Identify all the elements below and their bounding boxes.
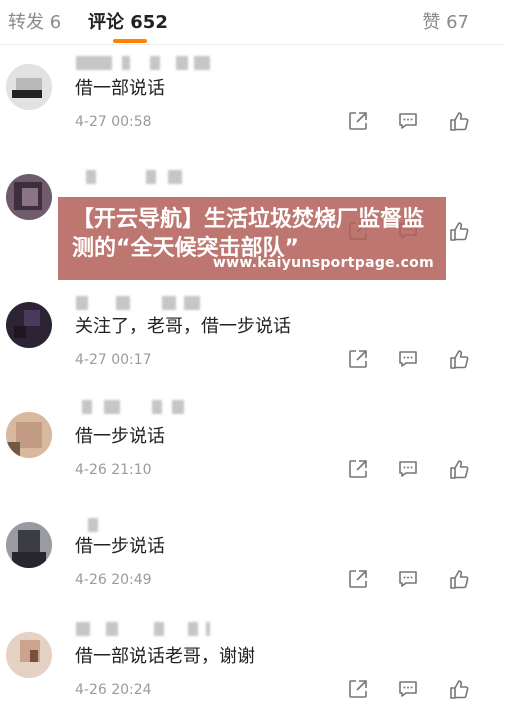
tab-comments[interactable]: 评论 652 — [88, 8, 168, 34]
avatar[interactable] — [6, 64, 52, 110]
watermark-banner: 【开云导航】生活垃圾焚烧厂监督监 测的“全天候突击部队” www.kaiyuns… — [58, 197, 446, 280]
comment-item: 借一部说话 4-27 00:58 — [0, 48, 505, 158]
comment-text: 借一步说话 — [75, 426, 165, 447]
comment-icon[interactable] — [397, 348, 419, 370]
comment-tabs: 转发 6 评论 652 赞 67 — [0, 0, 505, 45]
thumbs-up-icon[interactable] — [448, 110, 470, 132]
watermark-title-line1: 【开云导航】生活垃圾焚烧厂监督监 — [72, 207, 425, 232]
comment-icon[interactable] — [397, 458, 419, 480]
comment-icon[interactable] — [397, 568, 419, 590]
avatar[interactable] — [6, 302, 52, 348]
comment-icon[interactable] — [397, 110, 419, 132]
tab-likes[interactable]: 赞 67 — [422, 8, 469, 34]
thumbs-up-icon[interactable] — [448, 458, 470, 480]
comment-text: 借一部说话 — [75, 78, 165, 99]
comment-item: 借一步说话 4-26 20:49 — [0, 506, 505, 616]
active-tab-indicator — [113, 39, 147, 43]
comment-icon[interactable] — [397, 678, 419, 700]
watermark-url: www.kaiyunsportpage.com — [212, 255, 434, 271]
comment-text: 借一部说话老哥，谢谢 — [75, 646, 255, 667]
comment-time: 4-27 00:58 — [75, 114, 152, 130]
share-icon[interactable] — [347, 348, 369, 370]
thumbs-up-icon[interactable] — [448, 220, 470, 242]
comment-item: 关注了，老哥，借一步说话 4-27 00:17 — [0, 286, 505, 396]
comment-text: 借一步说话 — [75, 536, 165, 557]
thumbs-up-icon[interactable] — [448, 348, 470, 370]
share-icon[interactable] — [347, 568, 369, 590]
avatar[interactable] — [6, 522, 52, 568]
avatar[interactable] — [6, 174, 52, 220]
comment-text: 关注了，老哥，借一步说话 — [75, 316, 291, 337]
share-icon[interactable] — [347, 678, 369, 700]
thumbs-up-icon[interactable] — [448, 678, 470, 700]
share-icon[interactable] — [347, 110, 369, 132]
avatar[interactable] — [6, 412, 52, 458]
tab-forward[interactable]: 转发 6 — [8, 8, 61, 34]
comment-time: 4-26 20:49 — [75, 572, 152, 588]
avatar[interactable] — [6, 632, 52, 678]
comment-item: 借一部说话老哥，谢谢 4-26 20:24 — [0, 616, 505, 726]
comment-item: 借一步说话 4-26 21:10 — [0, 396, 505, 506]
comment-time: 4-26 20:24 — [75, 682, 152, 698]
comment-time: 4-27 00:17 — [75, 352, 152, 368]
share-icon[interactable] — [347, 458, 369, 480]
comment-time: 4-26 21:10 — [75, 462, 152, 478]
thumbs-up-icon[interactable] — [448, 568, 470, 590]
